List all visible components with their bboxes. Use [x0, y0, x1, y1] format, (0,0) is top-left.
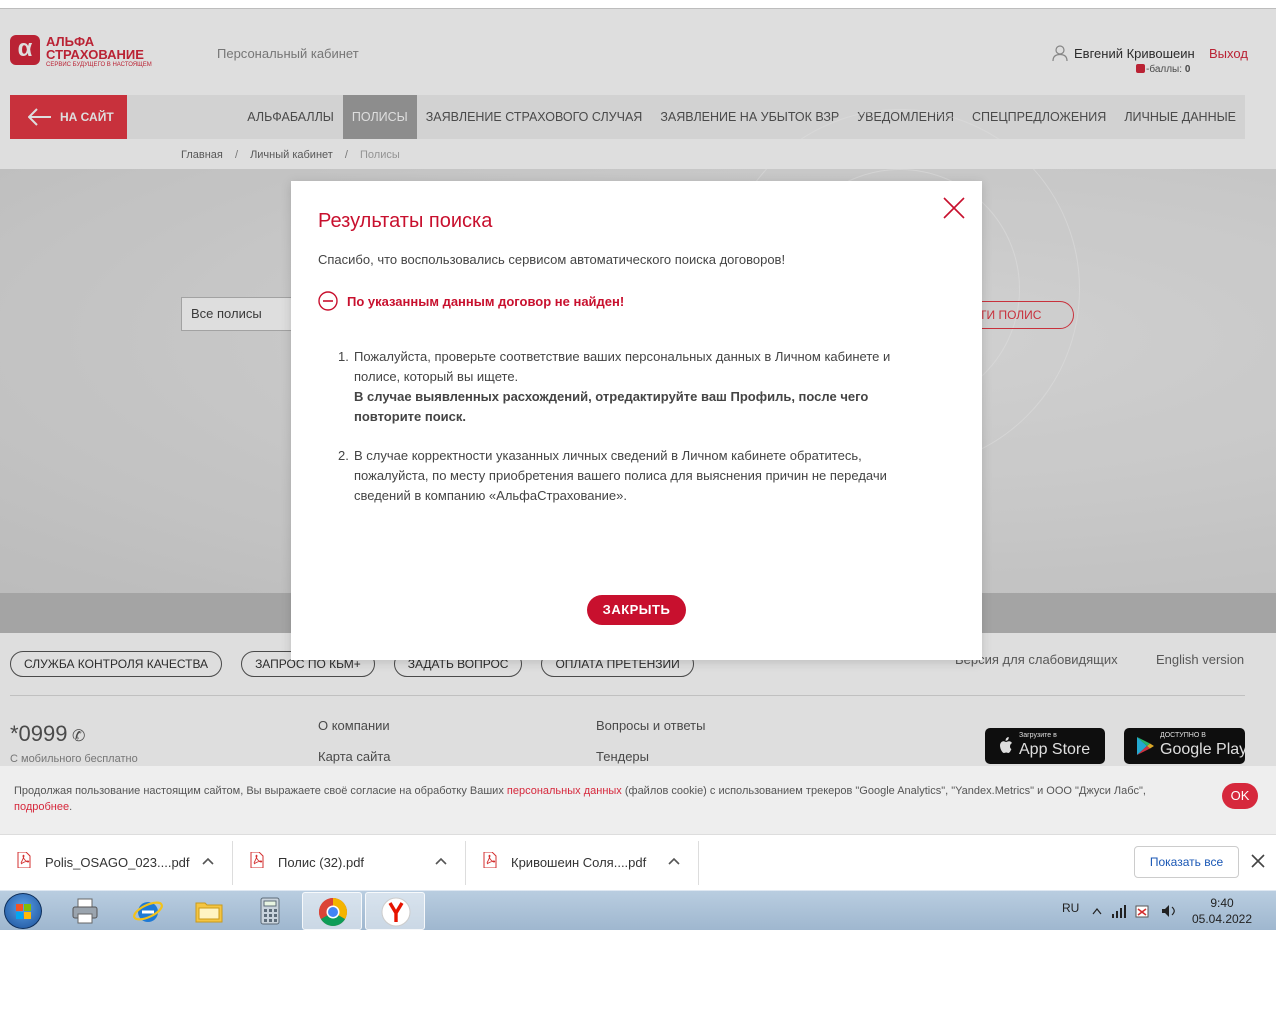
windows-logo-quad [24, 904, 31, 911]
cookie-more-link[interactable]: подробнее [14, 801, 69, 813]
yandex-browser-icon [381, 897, 411, 927]
instruction-step-1: 1. Пожалуйста, проверьте соответствие ва… [338, 347, 918, 427]
step-number: 2. [338, 448, 349, 463]
search-results-modal: Результаты поиска Спасибо, что воспользо… [291, 181, 982, 660]
windows-logo-quad [16, 912, 23, 919]
not-found-message: По указанным данным договор не найден! [347, 294, 625, 309]
clock-date: 05.04.2022 [1191, 912, 1253, 926]
personal-data-link[interactable]: персональных данных [507, 785, 622, 797]
close-icon[interactable] [942, 196, 966, 220]
internet-explorer-icon [133, 901, 163, 922]
close-downloads-icon[interactable] [1251, 854, 1265, 868]
step-number: 1. [338, 349, 349, 364]
download-item[interactable]: Кривошеин Соля....pdf [466, 841, 699, 885]
cookie-text-3: . [69, 801, 73, 813]
step-1-bold-text: В случае выявленных расхождений, отредак… [354, 389, 869, 424]
windows-logo-quad [16, 904, 23, 911]
chevron-up-icon[interactable] [202, 856, 214, 868]
instructions-list: 1. Пожалуйста, проверьте соответствие ва… [338, 347, 918, 525]
cookie-text-1: Продолжая пользование настоящим сайтом, … [14, 785, 507, 797]
taskbar-yandex-browser[interactable] [365, 892, 425, 930]
tray-expand-icon [1092, 908, 1102, 915]
cookie-ok-button[interactable]: OK [1222, 783, 1258, 809]
chrome-icon [319, 898, 347, 926]
step-1-dot: . [462, 409, 467, 424]
download-item[interactable]: Полис (32).pdf [233, 841, 466, 885]
windows-taskbar: RU 9:40 05.04.2022 [0, 890, 1276, 930]
taskbar-calculator[interactable] [240, 892, 300, 930]
chevron-up-icon[interactable] [435, 856, 447, 868]
minus-circle-icon [318, 291, 338, 311]
tray-language[interactable]: RU [1062, 901, 1079, 915]
taskbar-printer[interactable] [55, 892, 115, 930]
chevron-up-icon[interactable] [668, 856, 680, 868]
modal-thanks-text: Спасибо, что воспользовались сервисом ав… [318, 252, 786, 267]
pdf-file-icon [250, 852, 264, 868]
taskbar-file-explorer[interactable] [179, 892, 239, 930]
system-clock[interactable]: 9:40 05.04.2022 [1190, 895, 1254, 927]
system-tray-icons[interactable] [1092, 903, 1182, 919]
download-file-name: Кривошеин Соля....pdf [511, 855, 647, 870]
instruction-step-2: 2. В случае корректности указанных личны… [338, 446, 918, 506]
show-all-downloads-button[interactable]: Показать все [1134, 846, 1239, 878]
folder-icon [195, 902, 223, 923]
download-item[interactable]: Polis_OSAGO_023....pdf [0, 841, 233, 885]
step-1-text: Пожалуйста, проверьте соответствие ваших… [354, 349, 891, 384]
downloads-bar: Polis_OSAGO_023....pdf Полис (32).pdf Кр… [0, 834, 1276, 890]
download-file-name: Polis_OSAGO_023....pdf [45, 855, 190, 870]
pdf-file-icon [483, 852, 497, 868]
cookie-banner: Продолжая пользование настоящим сайтом, … [0, 766, 1276, 834]
cookie-text-2: (файлов cookie) с использованием трекеро… [621, 785, 1146, 797]
cookie-text: Продолжая пользование настоящим сайтом, … [14, 783, 1194, 815]
modal-title: Результаты поиска [318, 210, 493, 232]
pdf-file-icon [17, 852, 31, 868]
calculator-icon [260, 897, 280, 925]
taskbar-internet-explorer[interactable] [118, 892, 178, 930]
clock-time: 9:40 [1210, 896, 1234, 910]
windows-logo-quad [24, 912, 31, 919]
modal-close-button[interactable]: ЗАКРЫТЬ [587, 595, 686, 625]
printer-icon [72, 898, 98, 924]
screen: α АЛЬФА СТРАХОВАНИЕ СЕРВИС БУДУЩЕГО В НА… [0, 0, 1280, 1024]
download-file-name: Полис (32).pdf [278, 855, 365, 870]
start-button[interactable] [4, 893, 42, 929]
step-2-text: В случае корректности указанных личных с… [354, 448, 887, 503]
taskbar-chrome[interactable] [302, 892, 362, 930]
